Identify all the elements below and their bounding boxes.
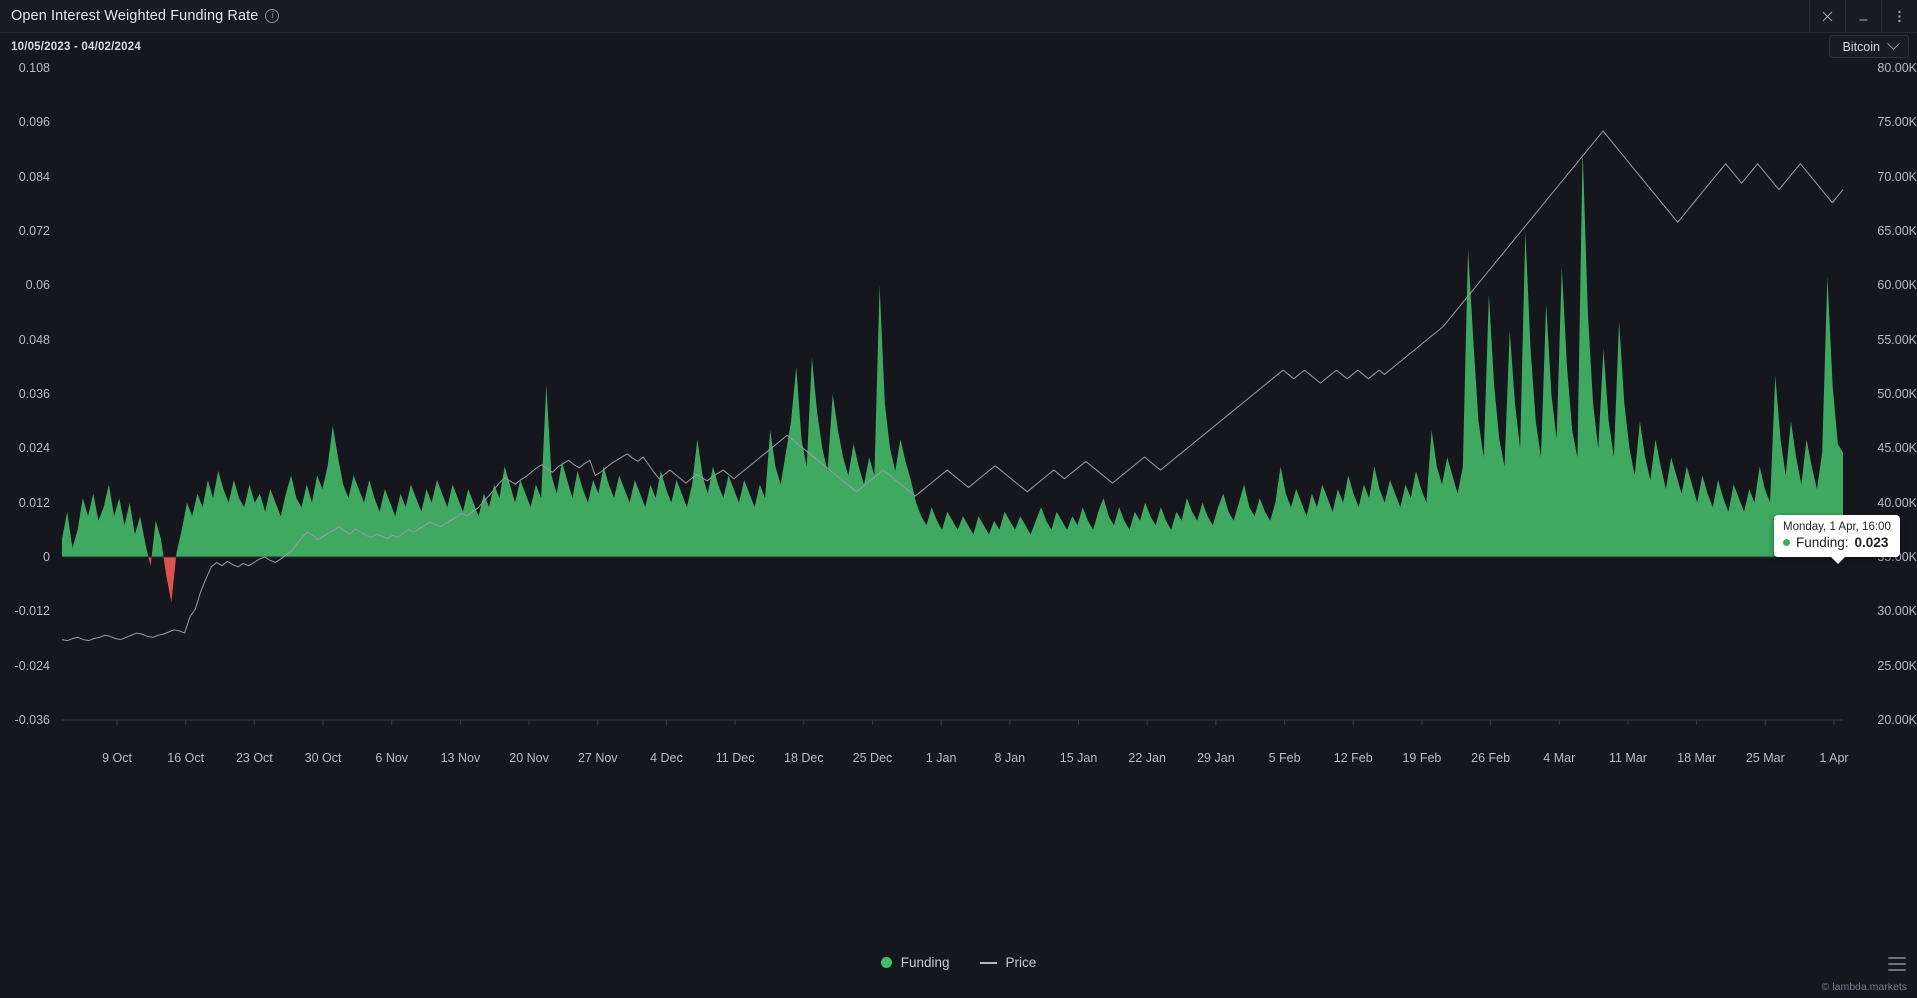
y-axis-left-tick: -0.012 xyxy=(0,604,50,618)
x-axis-tick: 29 Jan xyxy=(1197,751,1235,765)
close-icon[interactable] xyxy=(1809,0,1845,33)
tooltip-value: 0.023 xyxy=(1855,535,1889,550)
chevron-down-icon xyxy=(1887,37,1900,50)
legend-item-price[interactable]: Price xyxy=(980,955,1037,970)
x-axis-tick: 22 Jan xyxy=(1128,751,1166,765)
x-axis-tick: 15 Jan xyxy=(1060,751,1098,765)
x-axis-tick: 26 Feb xyxy=(1471,751,1510,765)
y-axis-left-tick: 0.012 xyxy=(0,496,50,510)
x-axis-tick: 6 Nov xyxy=(375,751,408,765)
y-axis-left-tick: 0 xyxy=(0,550,50,564)
x-axis-tick: 8 Jan xyxy=(995,751,1026,765)
tooltip-date: Monday, 1 Apr, 16:00 xyxy=(1783,521,1891,533)
x-axis-tick: 1 Jan xyxy=(926,751,957,765)
y-axis-left-tick: -0.036 xyxy=(0,713,50,727)
tooltip-arrow xyxy=(1830,556,1846,564)
y-axis-left-tick: 0.108 xyxy=(0,61,50,75)
x-axis-tick: 11 Dec xyxy=(716,751,755,765)
chart-legend: Funding Price xyxy=(0,955,1917,970)
symbol-select-value: Bitcoin xyxy=(1842,40,1880,54)
x-axis-tick: 18 Mar xyxy=(1677,751,1716,765)
x-axis-tick: 13 Nov xyxy=(441,751,481,765)
x-axis-tick: 1 Apr xyxy=(1819,751,1848,765)
y-axis-right-tick: 80.00K xyxy=(1856,61,1917,75)
x-axis-tick: 11 Mar xyxy=(1609,751,1647,765)
chart-window: Open Interest Weighted Funding Rate i 10… xyxy=(0,0,1917,998)
date-range-label: 10/05/2023 - 04/02/2024 xyxy=(11,41,141,53)
minimize-icon[interactable] xyxy=(1845,0,1881,33)
x-axis-tick: 20 Nov xyxy=(509,751,549,765)
y-axis-left-tick: 0.036 xyxy=(0,387,50,401)
chart-plot-area[interactable]: 0.108 0.096 0.084 0.072 0.06 0.048 0.036 0.024 0… xyxy=(0,60,1917,950)
y-axis-left-tick: 0.06 xyxy=(0,278,50,292)
kebab-menu-icon[interactable] xyxy=(1881,0,1917,33)
y-axis-left-tick: -0.024 xyxy=(0,659,50,673)
y-axis-left-tick: 0.096 xyxy=(0,115,50,129)
info-icon[interactable]: i xyxy=(265,9,279,23)
y-axis-right-tick: 55.00K xyxy=(1856,333,1917,347)
y-axis-right-tick: 40.00K xyxy=(1856,496,1917,510)
window-controls xyxy=(1809,0,1917,33)
x-axis-tick: 4 Mar xyxy=(1543,751,1575,765)
x-axis-tick: 25 Dec xyxy=(853,751,893,765)
sub-bar: 10/05/2023 - 04/02/2024 Bitcoin xyxy=(0,33,1917,60)
chart-tooltip: Monday, 1 Apr, 16:00 Funding: 0.023 xyxy=(1774,515,1900,557)
legend-label-price: Price xyxy=(1006,955,1037,970)
x-axis-tick: 30 Oct xyxy=(305,751,342,765)
symbol-select[interactable]: Bitcoin xyxy=(1829,35,1909,58)
legend-item-funding[interactable]: Funding xyxy=(881,955,950,970)
x-axis-tick: 25 Mar xyxy=(1746,751,1785,765)
y-axis-left-tick: 0.048 xyxy=(0,333,50,347)
y-axis-left-tick: 0.072 xyxy=(0,224,50,238)
y-axis-right-tick: 25.00K xyxy=(1856,659,1917,673)
x-axis-tick: 18 Dec xyxy=(784,751,824,765)
legend-label-funding: Funding xyxy=(901,955,950,970)
tooltip-series-row: Funding: 0.023 xyxy=(1783,535,1891,550)
x-axis-tick: 23 Oct xyxy=(236,751,273,765)
legend-dot-icon xyxy=(881,957,892,968)
tooltip-series-dot xyxy=(1783,539,1790,546)
y-axis-right-tick: 30.00K xyxy=(1856,604,1917,618)
y-axis-right-tick: 45.00K xyxy=(1856,441,1917,455)
x-axis-tick: 9 Oct xyxy=(102,751,132,765)
page-title: Open Interest Weighted Funding Rate xyxy=(11,8,258,24)
y-axis-right-tick: 65.00K xyxy=(1856,224,1917,238)
y-axis-left-tick: 0.024 xyxy=(0,441,50,455)
tooltip-series-label: Funding: xyxy=(1796,535,1849,550)
legend-line-icon xyxy=(980,962,997,964)
y-axis-right-tick: 20.00K xyxy=(1856,713,1917,727)
y-axis-left-tick: 0.084 xyxy=(0,170,50,184)
chart-canvas xyxy=(0,60,1917,950)
y-axis-right-tick: 50.00K xyxy=(1856,387,1917,401)
x-axis-tick: 16 Oct xyxy=(167,751,204,765)
y-axis-right-tick: 60.00K xyxy=(1856,278,1917,292)
x-axis-tick: 5 Feb xyxy=(1269,751,1301,765)
y-axis-right-tick: 70.00K xyxy=(1856,170,1917,184)
x-axis-tick: 4 Dec xyxy=(650,751,683,765)
y-axis-right-tick: 75.00K xyxy=(1856,115,1917,129)
title-bar: Open Interest Weighted Funding Rate i xyxy=(0,0,1917,33)
x-axis-tick: 19 Feb xyxy=(1402,751,1441,765)
x-axis-tick: 12 Feb xyxy=(1334,751,1373,765)
hamburger-icon[interactable] xyxy=(1888,957,1906,971)
credit-label: © lambda.markets xyxy=(1822,981,1907,993)
x-axis-tick: 27 Nov xyxy=(578,751,618,765)
